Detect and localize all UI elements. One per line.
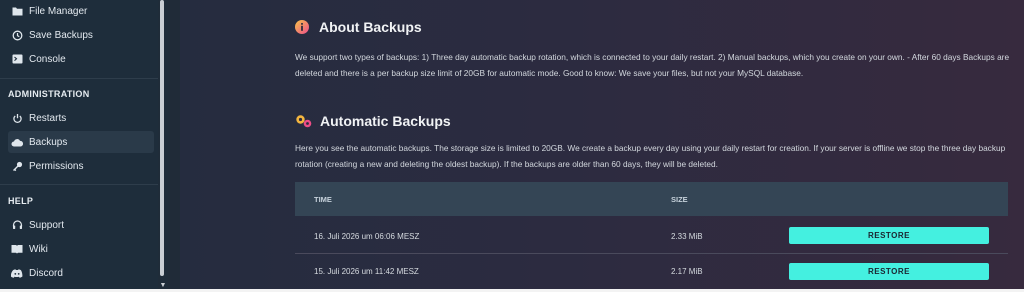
restore-button[interactable]: RESTORE <box>789 263 989 280</box>
sidebar-item-support[interactable]: Support <box>8 214 154 236</box>
automatic-backups-text: Here you see the automatic backups. The … <box>295 143 1006 169</box>
content-gutter <box>168 0 180 289</box>
sidebar-item-label: Backups <box>29 136 68 148</box>
sidebar-item-restarts[interactable]: Restarts <box>8 107 154 129</box>
table-row: 16. Juli 2026 um 06:06 MESZ 2.33 MiB RES… <box>295 218 1008 254</box>
column-header-size: SIZE <box>671 195 688 204</box>
sidebar-heading-help: HELP <box>8 196 34 206</box>
book-icon <box>11 243 23 255</box>
section-title: About Backups <box>319 19 422 35</box>
main-content: About Backups We support two types of ba… <box>180 0 1024 289</box>
cloud-icon <box>11 136 23 148</box>
sidebar-divider <box>0 78 158 79</box>
backup-time: 15. Juli 2026 um 11:42 MESZ <box>314 267 419 276</box>
backups-table-header: TIME SIZE <box>295 182 1008 216</box>
discord-icon <box>11 267 23 279</box>
table-row: 15. Juli 2026 um 11:42 MESZ 2.17 MiB RES… <box>295 254 1008 290</box>
backup-size: 2.33 MiB <box>671 232 703 241</box>
backup-size: 2.17 MiB <box>671 267 703 276</box>
sidebar-divider <box>0 184 158 185</box>
sidebar-item-label: File Manager <box>29 5 88 17</box>
sidebar-item-label: Console <box>29 53 66 65</box>
about-backups-heading: About Backups <box>295 19 422 35</box>
terminal-icon <box>11 53 23 65</box>
sidebar-item-file-manager[interactable]: File Manager <box>8 0 154 22</box>
sidebar-item-save-backups[interactable]: Save Backups <box>8 24 154 46</box>
history-icon <box>11 29 23 41</box>
sidebar-item-console[interactable]: Console <box>8 48 154 70</box>
sidebar-item-label: Wiki <box>29 243 48 255</box>
column-header-time: TIME <box>314 195 332 204</box>
info-icon <box>295 20 309 34</box>
gears-icon <box>295 114 313 128</box>
sidebar-heading-administration: ADMINISTRATION <box>8 89 90 99</box>
scrollbar-thumb[interactable] <box>160 0 164 276</box>
restore-button[interactable]: RESTORE <box>789 227 989 244</box>
sidebar-item-permissions[interactable]: Permissions <box>8 155 154 177</box>
sidebar: File Manager Save Backups Console ADMINI… <box>0 0 158 289</box>
automatic-backups-heading: Automatic Backups <box>295 113 451 129</box>
section-title: Automatic Backups <box>320 113 451 129</box>
key-icon <box>11 160 23 172</box>
sidebar-item-backups[interactable]: Backups <box>8 131 154 153</box>
sidebar-item-label: Save Backups <box>29 29 93 41</box>
folder-icon <box>11 5 23 17</box>
sidebar-item-discord[interactable]: Discord <box>8 262 154 284</box>
sidebar-item-label: Restarts <box>29 112 67 124</box>
power-icon <box>11 112 23 124</box>
about-backups-text: We support two types of backups: 1) Thre… <box>295 52 1010 78</box>
backup-time: 16. Juli 2026 um 06:06 MESZ <box>314 232 420 241</box>
sidebar-item-label: Discord <box>29 267 63 279</box>
sidebar-item-label: Support <box>29 219 65 231</box>
support-icon <box>11 219 23 231</box>
sidebar-item-wiki[interactable]: Wiki <box>8 238 154 260</box>
sidebar-item-label: Permissions <box>29 160 84 172</box>
